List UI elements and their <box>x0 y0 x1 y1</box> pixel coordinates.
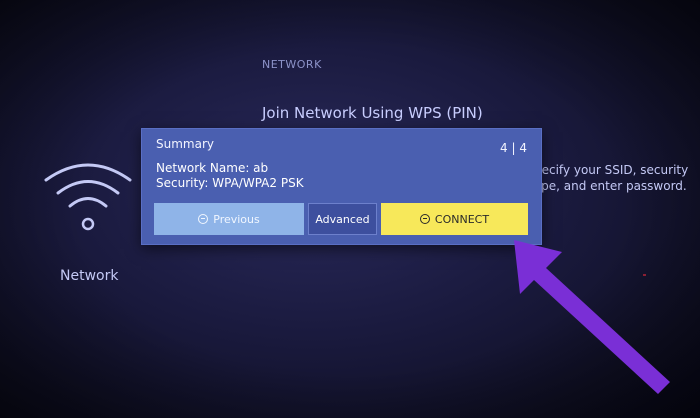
security-type: Security: WPA/WPA2 PSK <box>156 176 304 190</box>
connect-button-label: CONNECT <box>434 212 490 226</box>
wifi-icon <box>44 163 132 231</box>
pointer-arrow <box>514 240 670 394</box>
previous-button-label: Previous <box>213 212 260 226</box>
advanced-button[interactable]: Advanced <box>308 203 377 235</box>
screen-artifact <box>643 274 646 276</box>
previous-button[interactable]: Previous <box>154 203 304 235</box>
network-details: Network Name: ab Security: WPA/WPA2 PSK <box>156 161 304 191</box>
help-text-line-1: pecify your SSID, security <box>540 163 689 177</box>
back-icon <box>198 214 209 224</box>
network-label[interactable]: Network <box>60 268 118 284</box>
select-icon <box>419 214 430 224</box>
network-name: Network Name: ab <box>156 161 269 175</box>
page-title: Join Network Using WPS (PIN) <box>262 104 483 122</box>
help-text-line-2: ype, and enter password. <box>540 179 687 193</box>
section-label: NETWORK <box>262 58 322 71</box>
summary-dialog: Summary 4 | 4 Network Name: ab Security:… <box>141 128 542 245</box>
step-counter: 4 | 4 <box>500 141 527 155</box>
advanced-button-label: Advanced <box>315 212 370 226</box>
dialog-title: Summary <box>156 137 214 151</box>
help-text: pecify your SSID, security ype, and ente… <box>540 162 700 194</box>
